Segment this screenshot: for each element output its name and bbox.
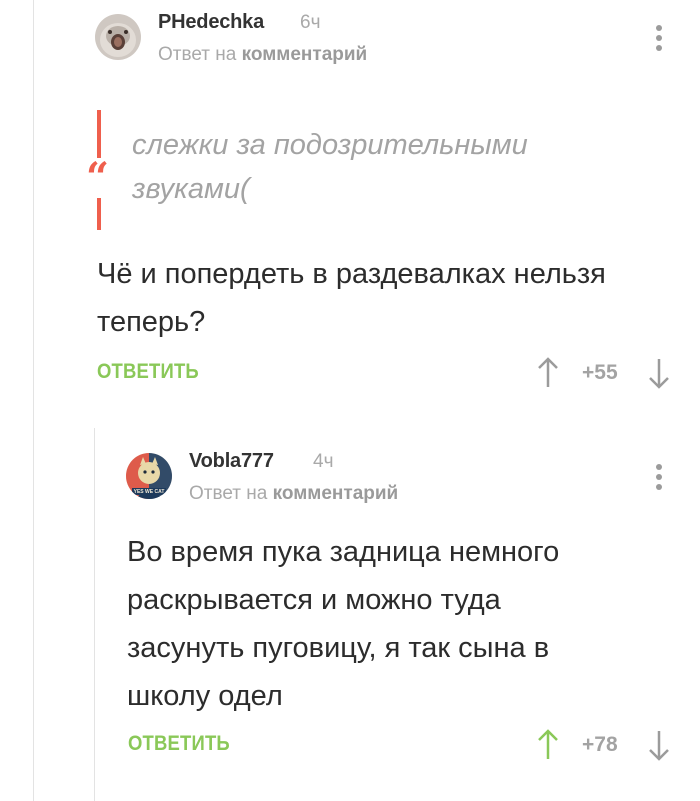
avatar[interactable]: [95, 14, 141, 60]
quoted-text: слежки за подозрительными звуками(: [132, 129, 528, 205]
reply-to-prefix: Ответ на: [158, 44, 237, 65]
vote-score: +78: [582, 733, 618, 756]
author-name[interactable]: Vobla777: [189, 450, 274, 473]
thread-line-root: [33, 0, 34, 801]
comment-text: Во время пука задница немного раскрывает…: [127, 536, 560, 712]
arrow-up-icon[interactable]: [536, 727, 560, 761]
comment-time: 6ч: [300, 12, 321, 33]
reply-to: Ответ на комментарий: [189, 483, 398, 505]
quote-icon: “: [86, 154, 110, 201]
more-vertical-icon[interactable]: [655, 25, 663, 55]
comment-text: Чё и попердеть в раздевалках нельзя тепе…: [97, 258, 606, 338]
more-vertical-icon[interactable]: [655, 464, 663, 494]
reply-to-link[interactable]: комментарий: [242, 44, 368, 65]
author-name[interactable]: PHedechka: [158, 11, 264, 34]
avatar[interactable]: YES WE CAT: [126, 453, 172, 499]
vote-score: +55: [582, 361, 618, 384]
arrow-down-icon[interactable]: [647, 357, 671, 391]
thread-line-nested: [94, 428, 95, 801]
reply-button[interactable]: ОТВЕТИТЬ: [128, 732, 230, 756]
comment-time: 4ч: [313, 451, 334, 472]
reply-to: Ответ на комментарий: [158, 44, 367, 66]
reply-button[interactable]: ОТВЕТИТЬ: [97, 360, 199, 384]
avatar-caption: YES WE CAT: [133, 489, 165, 495]
reply-to-link[interactable]: комментарий: [273, 483, 399, 504]
arrow-down-icon[interactable]: [647, 729, 671, 763]
reply-to-prefix: Ответ на: [189, 483, 268, 504]
arrow-up-icon[interactable]: [536, 355, 560, 389]
